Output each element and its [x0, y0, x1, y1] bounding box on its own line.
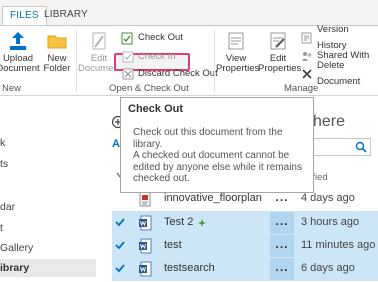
more-options-button[interactable]: ... [270, 212, 294, 234]
tooltip-title: Check Out [128, 103, 184, 115]
file-name[interactable]: test [164, 239, 182, 251]
checkmark-icon[interactable] [115, 240, 125, 250]
nav-item-1[interactable]: k [0, 137, 5, 149]
check-out-button[interactable]: Check Out [121, 30, 183, 46]
more-options-button[interactable]: ... [270, 258, 294, 280]
check-out-tooltip: Check Out Check out this document from t… [120, 97, 314, 193]
folder-icon [47, 35, 67, 49]
ribbon-group-separator [76, 30, 77, 92]
file-name[interactable]: Test 2 [164, 216, 193, 228]
search-icon[interactable] [355, 141, 367, 153]
tab-library[interactable]: LIBRARY [37, 6, 95, 26]
view-properties-label: View Properties [216, 53, 260, 74]
version-history-icon [301, 32, 312, 44]
new-folder-button[interactable]: New Folder [42, 30, 72, 74]
version-history-button[interactable]: Version History [301, 24, 378, 51]
list-item[interactable]: testsearch ... 6 days ago [112, 257, 378, 281]
edit-properties-label: Edit Properties [258, 53, 302, 74]
sharepoint-library-window: FILES LIBRARY Upload Document New Folder [0, 0, 378, 282]
ribbon-group-separator [214, 30, 215, 92]
word-document-icon [139, 261, 152, 277]
tooltip-body: Check out this document from the library… [133, 127, 302, 184]
group-label-open-check-out: Open & Check Out [109, 83, 189, 94]
edit-document-icon [92, 32, 106, 50]
check-out-icon [121, 32, 133, 44]
list-item[interactable]: Test 2 ... 3 hours ago [112, 211, 378, 235]
upload-icon [10, 32, 26, 50]
check-out-label: Check Out [138, 32, 183, 43]
check-in-button[interactable]: Check In [122, 49, 176, 65]
new-folder-label: New Folder [43, 53, 71, 74]
word-document-icon [139, 238, 152, 254]
delete-document-label: Delete Document [317, 60, 361, 87]
page-heading-fragment: here [313, 113, 346, 130]
discard-check-out-icon [122, 68, 134, 80]
check-in-icon [122, 51, 134, 63]
view-properties-icon [228, 32, 244, 50]
nav-item-4[interactable]: t [0, 222, 3, 234]
group-label-manage: Manage [284, 83, 319, 94]
upload-document-button[interactable]: Upload Document [0, 30, 40, 74]
delete-icon [302, 69, 312, 79]
file-name[interactable]: testsearch [164, 262, 215, 274]
nav-item-library-selected[interactable]: ibrary [0, 259, 96, 277]
word-document-icon [139, 215, 152, 231]
modified-date: 3 hours ago [301, 216, 360, 228]
checkmark-icon[interactable] [115, 217, 125, 227]
shared-with-icon [302, 52, 312, 61]
edit-properties-icon [270, 32, 286, 50]
modified-date: 6 days ago [301, 262, 355, 274]
more-options-button[interactable]: ... [270, 235, 294, 257]
document-icon [139, 191, 151, 207]
check-in-label: Check In [138, 51, 176, 62]
list-item[interactable]: test ... 11 minutes ago [112, 234, 378, 258]
nav-item-gallery[interactable]: Gallery [0, 242, 33, 254]
search-input[interactable] [307, 138, 371, 156]
group-label-new: New [2, 83, 22, 94]
ribbon: Upload Document New Folder Edit Document [0, 24, 378, 96]
modified-date: 4 days ago [301, 192, 355, 204]
new-item-icon [198, 219, 206, 227]
nav-item-3[interactable]: dar [0, 201, 15, 213]
checkmark-icon[interactable] [115, 263, 125, 273]
edit-properties-button[interactable]: Edit Properties [258, 30, 302, 74]
discard-check-out-label: Discard Check Out [138, 68, 218, 79]
file-name[interactable]: innovative_floorplan [164, 192, 262, 204]
discard-check-out-button[interactable]: Discard Check Out [122, 66, 218, 82]
upload-document-label: Upload Document [0, 53, 40, 74]
delete-document-button[interactable]: Delete Document [301, 60, 378, 87]
nav-item-2[interactable]: ts [0, 158, 8, 170]
modified-date: 11 minutes ago [301, 239, 376, 251]
view-properties-button[interactable]: View Properties [216, 30, 260, 74]
